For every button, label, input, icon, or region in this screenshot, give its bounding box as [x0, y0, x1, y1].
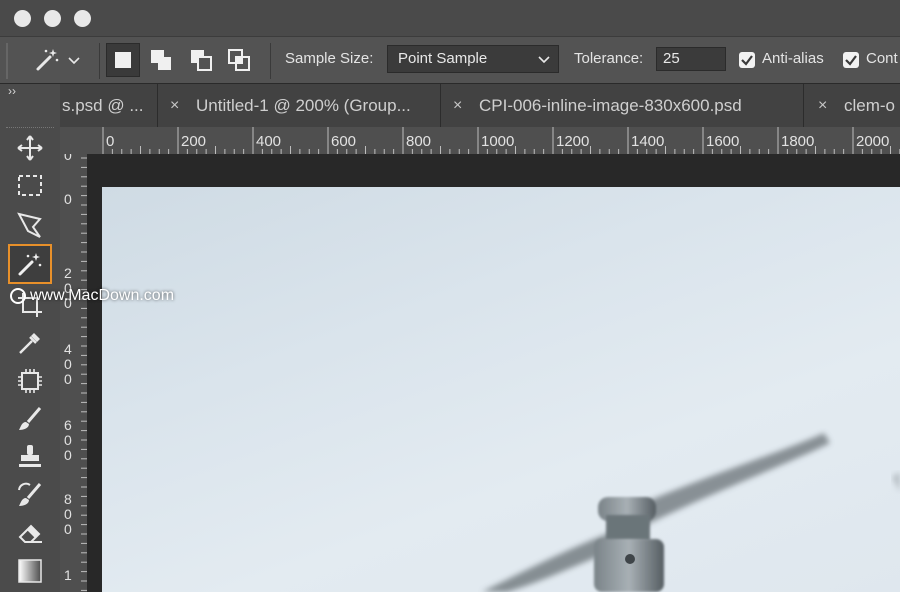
checkmark-icon: [741, 55, 753, 66]
ruler-label: 0: [106, 133, 115, 150]
eyedropper-icon: [19, 333, 40, 354]
drone-propeller-image: [482, 433, 900, 592]
contiguous-checkbox[interactable]: [843, 52, 859, 68]
ruler-label: 600: [331, 133, 357, 150]
frame-tool[interactable]: [8, 362, 52, 398]
divider: [270, 43, 271, 79]
intersect-selection-icon: [228, 49, 250, 71]
eyedropper-tool[interactable]: [8, 324, 52, 360]
checkmark-icon: [845, 55, 857, 66]
tab-label: CPI-006-inline-image-830x600.psd: [479, 96, 742, 115]
anti-alias-label: Anti-alias: [762, 50, 824, 67]
tab-document[interactable]: × Untitled-1 @ 200% (Group...: [158, 84, 441, 127]
ruler-label: 600: [64, 417, 72, 463]
divider: [99, 43, 100, 79]
tab-label: s.psd @ ...: [62, 96, 144, 115]
subtract-from-selection-icon: [191, 50, 212, 71]
sample-size-label: Sample Size:: [285, 50, 374, 67]
move-tool[interactable]: [8, 130, 52, 166]
tab-label: Untitled-1 @ 200% (Group...: [196, 96, 411, 115]
new-selection-button[interactable]: [106, 43, 140, 77]
ruler-label: 1200: [556, 133, 590, 150]
tab-document[interactable]: × clem-o: [804, 84, 900, 127]
minimize-window-button[interactable]: [44, 10, 61, 27]
lasso-icon: [17, 212, 42, 238]
close-icon[interactable]: ×: [170, 84, 179, 127]
ruler-label: 1600: [706, 133, 740, 150]
marquee-tool[interactable]: [8, 168, 52, 204]
document-canvas[interactable]: [102, 187, 900, 592]
gradient-icon: [18, 559, 42, 583]
collapse-panel-button[interactable]: ››: [0, 84, 60, 100]
close-window-button[interactable]: [14, 10, 31, 27]
stamp-tool[interactable]: [8, 438, 52, 474]
tolerance-input[interactable]: 25: [656, 47, 726, 71]
add-to-selection-button[interactable]: [144, 43, 178, 77]
document-tabs: ›› s.psd @ ... × Untitled-1 @ 200% (Grou…: [0, 84, 900, 127]
ruler-label: 1000: [481, 133, 515, 150]
chevron-down-icon: [538, 56, 550, 64]
ruler-label: 800: [64, 491, 72, 537]
chevron-down-icon: [68, 57, 80, 65]
watermark-text: www.MacDown.com: [30, 287, 175, 304]
ruler-label: 400: [256, 133, 282, 150]
ruler-label: 1: [64, 567, 72, 583]
stamp-icon: [19, 445, 41, 467]
magic-wand-icon: [36, 49, 59, 71]
vertical-ruler[interactable]: 0 0 200 400 600 800 1: [60, 154, 87, 592]
ruler-label: 200: [181, 133, 207, 150]
magic-wand-icon: [18, 253, 42, 276]
close-icon[interactable]: ×: [818, 84, 827, 127]
gradient-tool[interactable]: [8, 552, 52, 588]
watermark: www.MacDown.com: [10, 287, 174, 305]
horizontal-ruler[interactable]: 0 200 400 600 800 1000 1200 1400 1600 1800 2000: [60, 127, 900, 154]
sample-size-value: Point Sample: [398, 50, 488, 67]
eraser-tool[interactable]: [8, 514, 52, 550]
subtract-from-selection-button[interactable]: [184, 43, 218, 77]
magic-wand-tool[interactable]: [8, 244, 52, 284]
tolerance-label: Tolerance:: [574, 50, 644, 67]
ruler-label: 2000: [856, 133, 890, 150]
tool-preset-picker[interactable]: [28, 43, 88, 77]
anti-alias-checkbox[interactable]: [739, 52, 755, 68]
ruler-label: 1800: [781, 133, 815, 150]
tools-panel: [0, 100, 60, 592]
ruler-label: 0: [64, 154, 72, 163]
title-bar: [0, 0, 900, 36]
brush-tool[interactable]: [8, 400, 52, 436]
move-icon: [17, 135, 43, 161]
ruler-label: 800: [406, 133, 432, 150]
intersect-selection-button[interactable]: [222, 43, 256, 77]
lasso-tool[interactable]: [8, 206, 52, 242]
frame-icon: [18, 369, 42, 393]
history-brush-icon: [18, 482, 42, 506]
options-bar: Sample Size: Point Sample Tolerance: 25 …: [0, 36, 900, 84]
contiguous-label: Cont: [866, 50, 898, 67]
zoom-window-button[interactable]: [74, 10, 91, 27]
tab-document[interactable]: × CPI-006-inline-image-830x600.psd: [441, 84, 804, 127]
tab-document[interactable]: s.psd @ ...: [60, 84, 158, 127]
close-icon[interactable]: ×: [453, 84, 462, 127]
add-to-selection-icon: [151, 50, 171, 70]
eraser-icon: [18, 524, 42, 543]
watermark-icon: [10, 288, 26, 304]
history-brush-tool[interactable]: [8, 476, 52, 512]
options-grip[interactable]: [6, 43, 8, 79]
new-selection-icon: [115, 52, 131, 68]
marquee-icon: [18, 175, 42, 196]
ruler-label: 0: [64, 191, 72, 207]
brush-icon: [19, 407, 42, 430]
ruler-label: 1400: [631, 133, 665, 150]
sample-size-select[interactable]: Point Sample: [387, 45, 559, 73]
ruler-label: 400: [64, 341, 72, 387]
tab-label: clem-o: [844, 96, 896, 115]
